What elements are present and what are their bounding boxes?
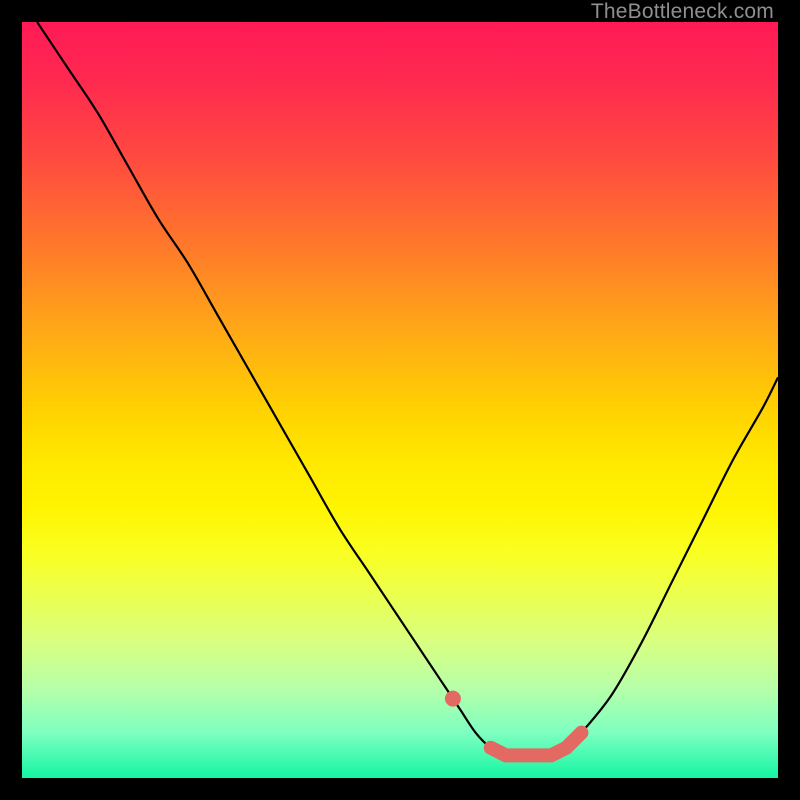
curve-marker-dot (445, 691, 461, 707)
watermark-text: TheBottleneck.com (591, 0, 774, 24)
chart-svg (22, 22, 778, 778)
plot-area (22, 22, 778, 778)
chart-container: TheBottleneck.com (0, 0, 800, 800)
curve-markers (491, 733, 582, 756)
curve-line (37, 22, 778, 756)
